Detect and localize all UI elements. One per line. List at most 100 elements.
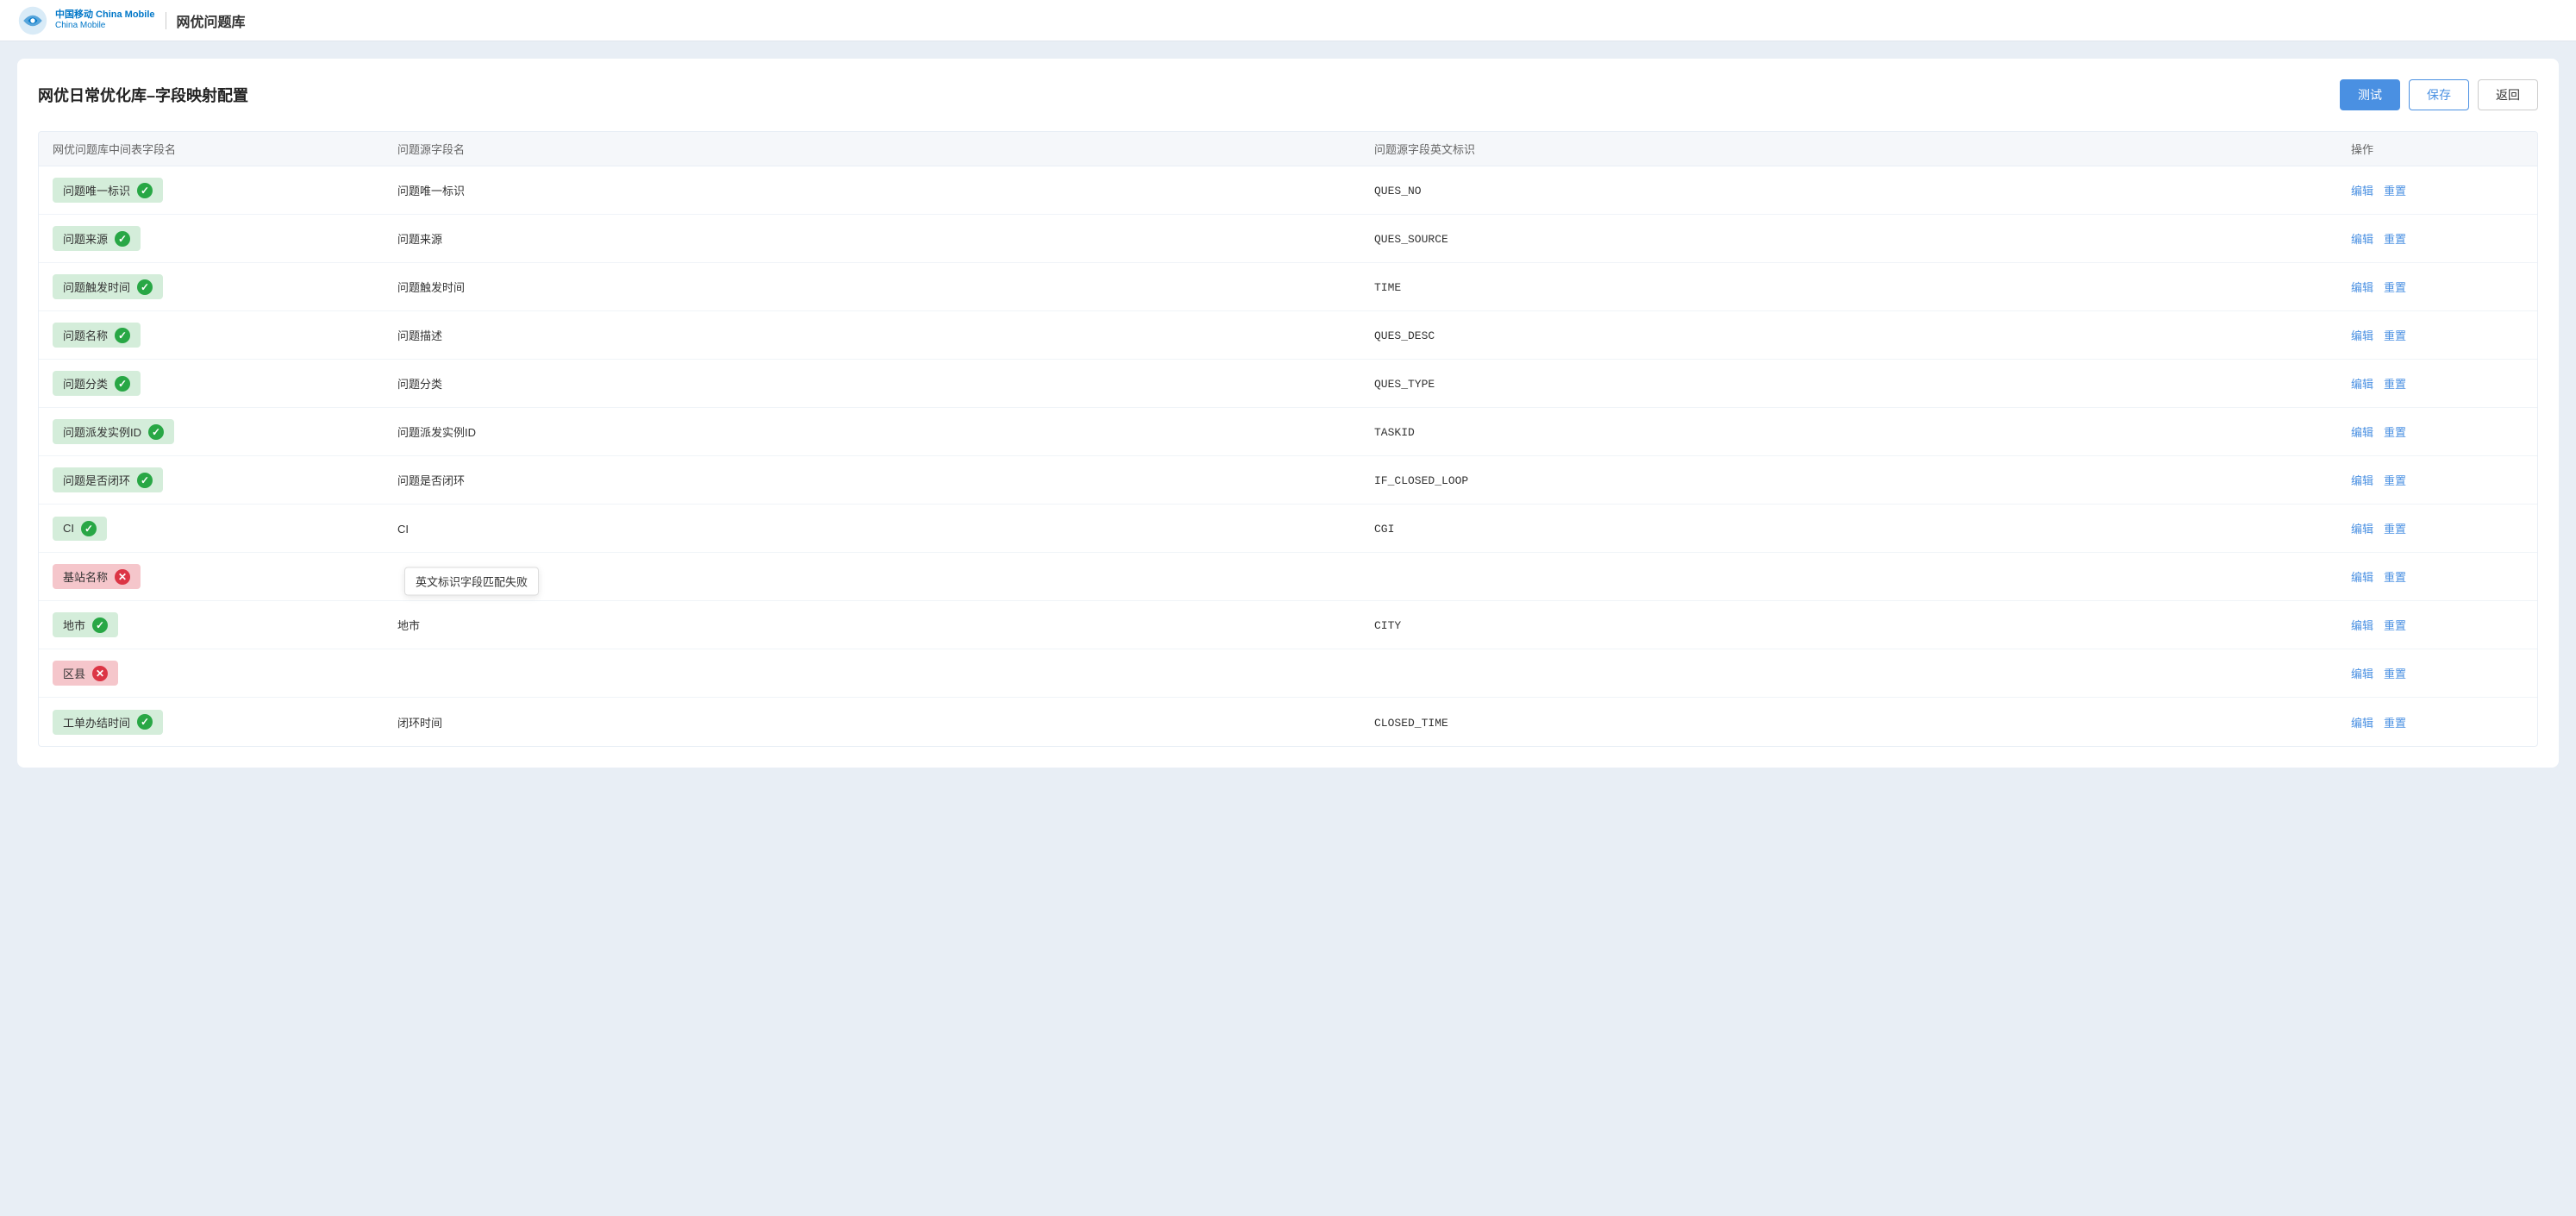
logo-text-cn: 中国移动 China Mobile bbox=[55, 9, 155, 21]
source-english-cell: QUES_SOURCE bbox=[1374, 231, 2351, 246]
reset-link[interactable]: 重置 bbox=[2384, 568, 2406, 585]
field-tag: 问题名称✓ bbox=[53, 323, 141, 348]
field-mapping-table: 网优问题库中间表字段名 问题源字段名 问题源字段英文标识 操作 问题唯一标识✓问… bbox=[38, 131, 2538, 747]
field-name-cell: 问题唯一标识 ✓ bbox=[53, 178, 397, 203]
save-button[interactable]: 保存 bbox=[2409, 79, 2469, 110]
row-actions: 编辑重置 bbox=[2351, 375, 2523, 392]
source-field-text: 问题派发实例ID bbox=[397, 426, 476, 439]
app-header: 中国移动 China Mobile China Mobile 网优问题库 bbox=[0, 0, 2576, 41]
reset-link[interactable]: 重置 bbox=[2384, 375, 2406, 392]
reset-link[interactable]: 重置 bbox=[2384, 327, 2406, 343]
check-icon: ✓ bbox=[148, 424, 164, 440]
col-header-actions: 操作 bbox=[2351, 141, 2523, 157]
edit-link[interactable]: 编辑 bbox=[2351, 327, 2373, 343]
logo: 中国移动 China Mobile China Mobile bbox=[17, 5, 155, 36]
test-button[interactable]: 测试 bbox=[2340, 79, 2400, 110]
error-icon: ✕ bbox=[92, 666, 108, 681]
check-icon: ✓ bbox=[81, 521, 97, 536]
main-content: 网优日常优化库–字段映射配置 测试 保存 返回 网优问题库中间表字段名 问题源字… bbox=[17, 59, 2559, 768]
edit-link[interactable]: 编辑 bbox=[2351, 617, 2373, 633]
field-tag-label: 问题来源 bbox=[63, 230, 108, 247]
action-cell: 编辑重置 bbox=[2351, 230, 2523, 247]
field-tag: 问题触发时间✓ bbox=[53, 274, 163, 299]
reset-link[interactable]: 重置 bbox=[2384, 520, 2406, 536]
field-name-cell: 问题是否闭环✓ bbox=[53, 467, 397, 492]
source-english-text: CGI bbox=[1374, 523, 1394, 536]
edit-link[interactable]: 编辑 bbox=[2351, 279, 2373, 295]
page-title: 网优日常优化库–字段映射配置 bbox=[38, 84, 248, 106]
table-row: 区县 ✕ 编辑重置 bbox=[39, 649, 2537, 698]
back-button[interactable]: 返回 bbox=[2478, 79, 2538, 110]
field-tag-label: 问题触发时间 bbox=[63, 279, 130, 295]
row-actions: 编辑重置 bbox=[2351, 182, 2523, 198]
action-cell: 编辑重置 bbox=[2351, 520, 2523, 536]
site-title: 网优问题库 bbox=[177, 10, 246, 31]
field-tag: 问题是否闭环✓ bbox=[53, 467, 163, 492]
edit-link[interactable]: 编辑 bbox=[2351, 375, 2373, 392]
action-cell: 编辑重置 bbox=[2351, 327, 2523, 343]
reset-link[interactable]: 重置 bbox=[2384, 182, 2406, 198]
page-header: 网优日常优化库–字段映射配置 测试 保存 返回 bbox=[38, 79, 2538, 110]
field-tag-label: 区县 bbox=[63, 665, 85, 681]
reset-link[interactable]: 重置 bbox=[2384, 665, 2406, 681]
source-english-cell: TASKID bbox=[1374, 424, 2351, 439]
reset-link[interactable]: 重置 bbox=[2384, 617, 2406, 633]
field-name-cell: 问题来源 ✓ bbox=[53, 226, 397, 251]
reset-link[interactable]: 重置 bbox=[2384, 279, 2406, 295]
edit-link[interactable]: 编辑 bbox=[2351, 568, 2373, 585]
check-icon: ✓ bbox=[137, 183, 153, 198]
china-mobile-logo bbox=[17, 5, 48, 36]
source-field-text: 问题唯一标识 bbox=[397, 185, 465, 197]
field-name-cell: 区县 ✕ bbox=[53, 661, 397, 686]
row-actions: 编辑重置 bbox=[2351, 472, 2523, 488]
reset-link[interactable]: 重置 bbox=[2384, 472, 2406, 488]
field-name-cell: 地市✓ bbox=[53, 612, 397, 637]
edit-link[interactable]: 编辑 bbox=[2351, 230, 2373, 247]
field-name-cell: CI✓ bbox=[53, 517, 397, 541]
reset-link[interactable]: 重置 bbox=[2384, 230, 2406, 247]
table-row: 工单办结时间✓闭环时间CLOSED_TIME 编辑重置 bbox=[39, 698, 2537, 746]
reset-link[interactable]: 重置 bbox=[2384, 423, 2406, 440]
source-field-cell: 问题触发时间 bbox=[397, 279, 1374, 295]
source-english-text: QUES_SOURCE bbox=[1374, 233, 1448, 246]
source-field-cell: 闭环时间 bbox=[397, 714, 1374, 730]
action-cell: 编辑重置 bbox=[2351, 279, 2523, 295]
source-field-cell: 问题描述 bbox=[397, 327, 1374, 343]
field-name-cell: 问题分类✓ bbox=[53, 371, 397, 396]
source-field-cell: 英文标识字段匹配失败 bbox=[397, 570, 1374, 584]
reset-link[interactable]: 重置 bbox=[2384, 714, 2406, 730]
action-cell: 编辑重置 bbox=[2351, 714, 2523, 730]
table-body: 问题唯一标识✓问题唯一标识QUES_NO编辑重置问题来源✓问题来源QUES_SO… bbox=[38, 166, 2538, 747]
edit-link[interactable]: 编辑 bbox=[2351, 665, 2373, 681]
header-actions: 测试 保存 返回 bbox=[2340, 79, 2538, 110]
row-actions: 编辑重置 bbox=[2351, 714, 2523, 730]
action-cell: 编辑重置 bbox=[2351, 472, 2523, 488]
table-row: 问题名称✓问题描述QUES_DESC编辑重置 bbox=[39, 311, 2537, 360]
table-row: CI✓CICGI编辑重置 bbox=[39, 505, 2537, 553]
check-icon: ✓ bbox=[115, 376, 130, 392]
action-cell: 编辑重置 bbox=[2351, 617, 2523, 633]
row-actions: 编辑重置 bbox=[2351, 665, 2523, 681]
edit-link[interactable]: 编辑 bbox=[2351, 714, 2373, 730]
edit-link[interactable]: 编辑 bbox=[2351, 472, 2373, 488]
table-row: 问题派发实例ID✓问题派发实例IDTASKID编辑重置 bbox=[39, 408, 2537, 456]
edit-link[interactable]: 编辑 bbox=[2351, 423, 2373, 440]
edit-link[interactable]: 编辑 bbox=[2351, 520, 2373, 536]
source-english-cell: CLOSED_TIME bbox=[1374, 715, 2351, 730]
field-name-cell: 问题名称✓ bbox=[53, 323, 397, 348]
field-tag-label: 问题唯一标识 bbox=[63, 182, 130, 198]
source-english-text: CLOSED_TIME bbox=[1374, 717, 1448, 730]
source-field-cell: 问题派发实例ID bbox=[397, 423, 1374, 440]
table-row: 问题是否闭环✓问题是否闭环IF_CLOSED_LOOP编辑重置 bbox=[39, 456, 2537, 505]
action-cell: 编辑重置 bbox=[2351, 182, 2523, 198]
source-english-cell: CGI bbox=[1374, 521, 2351, 536]
error-tooltip: 英文标识字段匹配失败 bbox=[404, 567, 539, 595]
edit-link[interactable]: 编辑 bbox=[2351, 182, 2373, 198]
check-icon: ✓ bbox=[115, 231, 130, 247]
row-actions: 编辑重置 bbox=[2351, 617, 2523, 633]
col-header-source-english: 问题源字段英文标识 bbox=[1374, 141, 2351, 157]
field-name-cell: 基站名称✕ bbox=[53, 564, 397, 589]
source-english-text: QUES_NO bbox=[1374, 185, 1422, 197]
row-actions: 编辑重置 bbox=[2351, 230, 2523, 247]
field-name-cell: 工单办结时间✓ bbox=[53, 710, 397, 735]
